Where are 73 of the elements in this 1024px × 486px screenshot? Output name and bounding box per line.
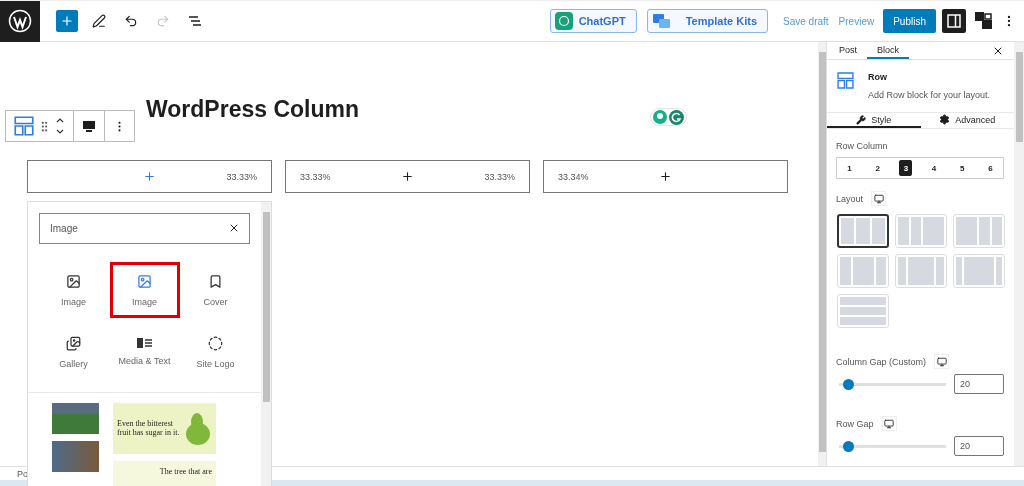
gallery-icon xyxy=(66,335,81,351)
add-button[interactable] xyxy=(56,10,78,32)
settings-toggle[interactable] xyxy=(942,9,966,33)
sidebar-icon xyxy=(947,14,961,28)
block-item[interactable]: Site Logo xyxy=(180,324,251,380)
column-block[interactable]: 33.34% xyxy=(543,160,788,193)
pattern-preview[interactable]: The tree that are xyxy=(113,460,216,486)
template-kits-button[interactable]: Template Kits xyxy=(646,9,768,33)
slider-thumb[interactable] xyxy=(842,378,854,390)
panel-tab[interactable]: Advanced xyxy=(920,113,1014,128)
image-icon xyxy=(66,273,81,289)
column-count-option[interactable]: 3 xyxy=(899,160,913,176)
add-block-icon[interactable] xyxy=(401,170,414,183)
chatgpt-button[interactable]: ChatGPT xyxy=(549,9,637,33)
scrollbar-thumb[interactable] xyxy=(818,52,826,452)
panel-tab[interactable]: Style xyxy=(827,113,921,128)
setting-label: Layout xyxy=(836,193,864,204)
block-item[interactable]: Cover xyxy=(180,262,251,318)
setting-label: Column Gap (Custom) xyxy=(836,356,927,367)
cover-icon xyxy=(208,273,223,289)
close-icon[interactable] xyxy=(228,222,240,234)
blocks-icon[interactable] xyxy=(974,11,994,31)
pen-icon xyxy=(92,14,106,28)
column-count-option[interactable]: 1 xyxy=(843,160,856,176)
settings-icon xyxy=(939,114,951,125)
setting-label: Row Column xyxy=(836,141,889,151)
plus-icon xyxy=(60,14,74,28)
image-icon xyxy=(137,273,152,289)
column-count-option[interactable]: 5 xyxy=(955,160,969,176)
column-block[interactable]: 33.33% 33.33% xyxy=(285,160,530,193)
sidebar-tab[interactable]: Block xyxy=(867,42,910,59)
chatgpt-logo-icon xyxy=(554,12,573,30)
publish-button[interactable]: Publish xyxy=(883,9,936,33)
template-kits-icon xyxy=(651,12,672,30)
setting-label: Row Gap xyxy=(836,418,874,429)
sidebar-tab[interactable]: Post xyxy=(829,42,867,59)
layout-option[interactable] xyxy=(837,214,889,248)
pear-drawing xyxy=(185,410,211,447)
pattern-preview[interactable]: Even the bitterest fruit has sugar in it. xyxy=(113,403,216,454)
column-count-option[interactable]: 2 xyxy=(871,160,885,176)
block-item[interactable]: Image xyxy=(109,262,180,318)
desktop-icon[interactable] xyxy=(82,119,96,133)
redo-icon xyxy=(156,14,170,28)
row-block-icon xyxy=(14,116,34,136)
column-count-option[interactable]: 6 xyxy=(983,160,997,176)
block-item[interactable]: Media & Text xyxy=(109,324,180,380)
media-text-icon xyxy=(136,338,153,348)
column-width-label: 33.34% xyxy=(558,171,589,182)
column-block[interactable]: 33.33% xyxy=(27,160,272,193)
block-item[interactable]: Gallery xyxy=(38,324,109,380)
row-block-icon xyxy=(837,72,854,89)
number-field[interactable]: 20 xyxy=(954,436,1004,456)
column-width-label: 33.33% xyxy=(226,171,257,182)
block-name: Row xyxy=(868,72,888,82)
column-count-option[interactable]: 4 xyxy=(927,160,941,176)
list-view-icon xyxy=(188,15,202,27)
post-title[interactable]: WordPress Column xyxy=(146,94,359,124)
scrollbar-thumb[interactable] xyxy=(1015,52,1023,142)
slider-thumb[interactable] xyxy=(842,440,854,452)
site-logo-icon xyxy=(208,335,223,351)
column-width-label: 33.33% xyxy=(484,171,515,182)
block-item[interactable]: Image xyxy=(38,262,109,318)
column-width-label: 33.33% xyxy=(300,171,331,182)
wrench-icon xyxy=(856,114,867,125)
add-block-icon[interactable] xyxy=(659,170,672,183)
grammarly-widget[interactable] xyxy=(650,108,687,126)
grammarly-logo-icon xyxy=(669,109,684,125)
number-field[interactable]: 20 xyxy=(954,374,1004,394)
undo-icon xyxy=(124,14,138,28)
wordpress-logo[interactable] xyxy=(0,0,40,42)
block-description: Add Row block for your layout. xyxy=(868,90,991,100)
search-field[interactable]: Image xyxy=(39,213,250,244)
scrollbar-thumb[interactable] xyxy=(262,212,270,402)
